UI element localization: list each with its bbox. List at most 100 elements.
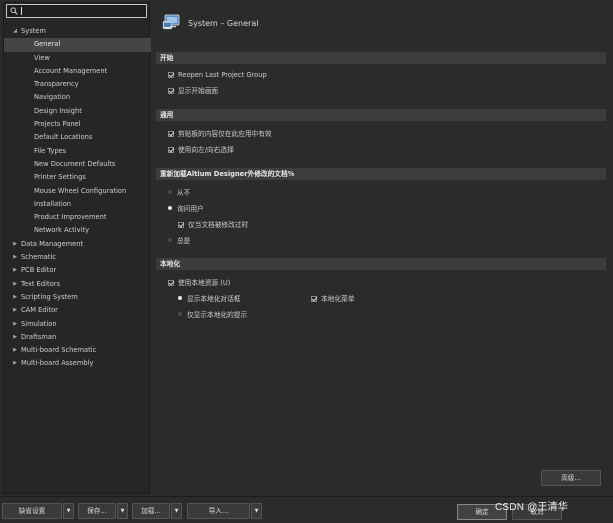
reload-never-radio[interactable]: 从不 <box>168 188 190 198</box>
expand-arrow-right-icon[interactable]: ▶ <box>12 238 18 251</box>
tree-item-draftsman[interactable]: ▶ Draftsman <box>4 331 151 344</box>
use-left-right-selection-checkbox[interactable]: 使用向左/向右选择 <box>168 145 234 155</box>
tree-item-label: File Types <box>34 146 67 155</box>
tree-item-label: Design Insight <box>34 106 82 115</box>
search-input[interactable] <box>6 4 147 18</box>
text-caret <box>21 7 22 15</box>
tree-item-account-management[interactable]: Account Management <box>4 65 151 78</box>
tree-item-new-document-defaults[interactable]: New Document Defaults <box>4 158 151 171</box>
import-button[interactable]: 导入... <box>187 503 250 519</box>
expand-arrow-right-icon[interactable]: ▶ <box>12 251 18 264</box>
radio-unselected[interactable] <box>178 312 182 316</box>
expand-arrow-right-icon[interactable]: ▶ <box>12 264 18 277</box>
tree-item-general[interactable]: General <box>4 38 151 52</box>
reopen-last-project-group-checkbox[interactable]: Reopen Last Project Group <box>168 70 267 80</box>
radio-unselected[interactable] <box>168 238 172 242</box>
tree-item-label: View <box>34 53 50 62</box>
chevron-down-icon: ▼ <box>174 508 179 514</box>
tree-item-schematic[interactable]: ▶ Schematic <box>4 251 151 264</box>
expand-arrow-right-icon[interactable]: ▶ <box>12 318 18 331</box>
advanced-button[interactable]: 高级... <box>541 470 601 486</box>
show-start-screen-checkbox[interactable]: 显示开始画面 <box>168 86 218 96</box>
tree-item-label: Installation <box>34 199 72 208</box>
reload-always-label: 总是 <box>177 237 191 245</box>
display-localized-dialogs-radio[interactable]: 显示本地化对话框 <box>178 294 241 304</box>
section-general-header: 通用 <box>156 109 606 121</box>
tree-item-simulation[interactable]: ▶ Simulation <box>4 318 151 331</box>
tree-item-mouse-wheel-configuration[interactable]: Mouse Wheel Configuration <box>4 185 151 198</box>
tree-item-view[interactable]: View <box>4 52 151 65</box>
import-dropdown[interactable]: ▼ <box>251 503 262 519</box>
expand-arrow-down-icon[interactable]: ◢ <box>12 25 18 38</box>
tree-item-label: System <box>21 27 46 35</box>
reload-ask-user-radio[interactable]: 询问用户 <box>168 204 204 214</box>
tree-item-pcb-editor[interactable]: ▶ PCB Editor <box>4 264 151 277</box>
set-to-defaults-button[interactable]: 缺省设置 <box>2 503 62 519</box>
checkbox-checked[interactable] <box>168 280 174 286</box>
checkbox-checked[interactable] <box>168 72 174 78</box>
reload-never-label: 从不 <box>177 189 191 197</box>
load-button[interactable]: 加载... <box>132 503 170 519</box>
set-to-defaults-dropdown[interactable]: ▼ <box>63 503 74 519</box>
checkbox-checked[interactable] <box>168 88 174 94</box>
tree-item-data-management[interactable]: ▶ Data Management <box>4 238 151 251</box>
load-dropdown[interactable]: ▼ <box>171 503 182 519</box>
tree-item-system[interactable]: ◢ System <box>4 25 151 38</box>
tree-item-scripting-system[interactable]: ▶ Scripting System <box>4 291 151 304</box>
radio-unselected[interactable] <box>168 190 172 194</box>
expand-arrow-right-icon[interactable]: ▶ <box>12 291 18 304</box>
tree-item-label: Multi-board Schematic <box>21 346 97 355</box>
only-if-modified-label: 仅当文档被修改过时 <box>188 221 249 229</box>
expand-arrow-right-icon[interactable]: ▶ <box>12 278 18 291</box>
tree-item-product-improvement[interactable]: Product Improvement <box>4 211 151 224</box>
clipboard-this-app-only-checkbox[interactable]: 剪贴板的内容仅在此应用中有效 <box>168 129 272 139</box>
expand-arrow-right-icon[interactable]: ▶ <box>12 357 18 370</box>
tree-item-label: Data Management <box>21 239 84 248</box>
checkbox-checked[interactable] <box>168 131 174 137</box>
tree-item-default-locations[interactable]: Default Locations <box>4 131 151 144</box>
checkbox-checked[interactable] <box>311 296 317 302</box>
tree-item-network-activity[interactable]: Network Activity <box>4 224 151 237</box>
expand-arrow-right-icon[interactable]: ▶ <box>12 344 18 357</box>
search-icon <box>10 7 18 15</box>
save-dropdown[interactable]: ▼ <box>117 503 128 519</box>
localized-menus-label: 本地化菜单 <box>321 295 355 303</box>
radio-selected[interactable] <box>168 206 172 210</box>
radio-selected[interactable] <box>178 296 182 300</box>
use-localized-resources-checkbox[interactable]: 使用本地资源 (U) <box>168 278 230 288</box>
tree-item-transparency[interactable]: Transparency <box>4 78 151 91</box>
section-reload-header: 重新加载Altium Designer外修改的文档% <box>156 168 606 180</box>
expand-arrow-right-icon[interactable]: ▶ <box>12 331 18 344</box>
checkbox-checked[interactable] <box>168 147 174 153</box>
localized-menus-checkbox[interactable]: 本地化菜单 <box>311 294 354 304</box>
tree-item-label: Scripting System <box>21 292 78 301</box>
tree-item-label: Default Locations <box>34 133 93 142</box>
display-localized-hints-only-radio[interactable]: 仅显示本地化的提示 <box>178 310 247 320</box>
tree-item-label: PCB Editor <box>21 266 57 275</box>
checkbox-checked[interactable] <box>178 222 184 228</box>
expand-arrow-right-icon[interactable]: ▶ <box>12 304 18 317</box>
tree-item-multi-board-assembly[interactable]: ▶ Multi-board Assembly <box>4 357 151 370</box>
tree-item-file-types[interactable]: File Types <box>4 145 151 158</box>
save-button[interactable]: 保存... <box>78 503 116 519</box>
tree-item-cam-editor[interactable]: ▶ CAM Editor <box>4 304 151 317</box>
display-localized-dialogs-label: 显示本地化对话框 <box>187 295 241 303</box>
tree-item-design-insight[interactable]: Design Insight <box>4 105 151 118</box>
reload-always-radio[interactable]: 总是 <box>168 236 190 246</box>
preferences-navigation-pane: ◢ System General View Account Management Tran… <box>3 2 151 494</box>
tree-item-multi-board-schematic[interactable]: ▶ Multi-board Schematic <box>4 344 151 357</box>
tree-item-label: Transparency <box>34 80 79 89</box>
tree-item-navigation[interactable]: Navigation <box>4 91 151 104</box>
only-if-modified-checkbox[interactable]: 仅当文档被修改过时 <box>178 220 248 230</box>
tree-item-label: Draftsman <box>21 332 57 341</box>
page-title: System – General <box>188 19 259 28</box>
tree-item-projects-panel[interactable]: Projects Panel <box>4 118 151 131</box>
clipboard-this-app-only-label: 剪贴板的内容仅在此应用中有效 <box>178 130 272 138</box>
tree-item-installation[interactable]: Installation <box>4 198 151 211</box>
reopen-last-project-group-label: Reopen Last Project Group <box>178 71 267 79</box>
tree-item-printer-settings[interactable]: Printer Settings <box>4 171 151 184</box>
section-startup-header: 开始 <box>156 52 606 64</box>
use-left-right-selection-label: 使用向左/向右选择 <box>178 146 234 154</box>
tree-item-label: Product Improvement <box>34 213 107 222</box>
tree-item-text-editors[interactable]: ▶ Text Editors <box>4 278 151 291</box>
